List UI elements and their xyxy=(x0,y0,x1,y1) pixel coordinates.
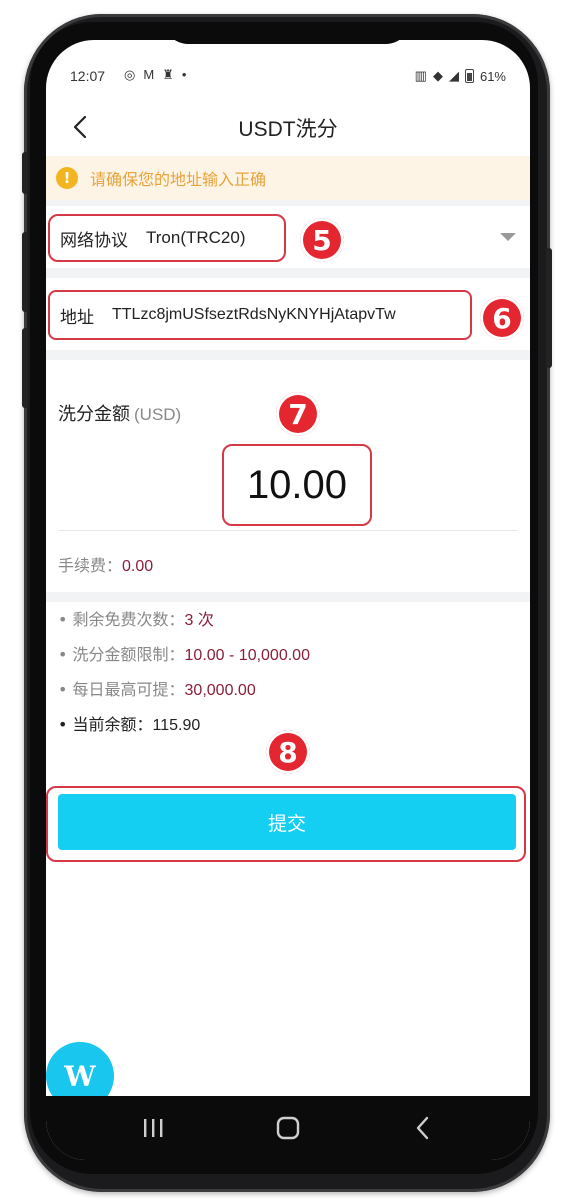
back-arrow-icon xyxy=(416,1116,429,1140)
fee-row: 手续费：0.00 xyxy=(58,552,153,576)
network-value: Tron(TRC20) xyxy=(146,228,246,247)
volume-button-3 xyxy=(22,328,28,408)
navigation-bar xyxy=(46,1096,530,1160)
fee-value: 0.00 xyxy=(122,558,154,575)
address-label: 地址 xyxy=(60,307,94,328)
list-item: • 剩余免费次数：3 次 xyxy=(58,610,214,629)
network-highlight: 网络协议 Tron(TRC20) xyxy=(48,214,286,262)
gmail-icon: M xyxy=(143,67,155,82)
power-button xyxy=(546,248,552,368)
address-value: TTLzc8jmUSfseztRdsNyKNYHjAtapvTw xyxy=(112,306,396,323)
warning-text: 请确保您的地址输入正确 xyxy=(90,170,267,189)
header: USDT洗分 xyxy=(46,100,530,156)
volume-button-1 xyxy=(22,152,28,194)
dot-icon: • xyxy=(181,67,187,82)
chrome-icon: ◎ xyxy=(124,67,136,82)
home-icon xyxy=(276,1116,300,1140)
battery-icon xyxy=(464,69,474,83)
list-item: • 每日最高可提：30,000.00 xyxy=(58,680,256,699)
recent-apps-icon xyxy=(144,1119,163,1137)
amount-divider xyxy=(58,530,518,531)
recent-apps-button[interactable] xyxy=(136,1112,170,1144)
keyhole-icon: ♜ xyxy=(162,67,174,82)
network-label: 网络协议 xyxy=(60,230,128,251)
amount-unit: (USD) xyxy=(134,405,182,424)
step-badge-8: 8 xyxy=(266,730,310,774)
dropdown-caret-icon xyxy=(500,233,516,241)
limits-list: • 剩余免费次数：3 次 • 洗分金额限制：10.00 - 10,000.00 … xyxy=(46,606,530,746)
notification-icons: ◎ M ♜ • xyxy=(124,67,186,83)
status-bar: 12:07 ◎ M ♜ • ▥ ◆ ◢ 61% xyxy=(46,40,530,100)
fee-label: 手续费： xyxy=(58,556,123,575)
vibrate-icon: ▥ xyxy=(414,68,427,83)
submit-button[interactable]: 提交 xyxy=(58,794,516,850)
divider xyxy=(46,268,530,278)
battery-percent: 61% xyxy=(479,68,506,84)
volume-button-2 xyxy=(22,232,28,312)
wifi-icon: ◆ xyxy=(432,68,443,83)
divider xyxy=(46,350,530,360)
step-badge-5: 5 xyxy=(300,218,344,262)
step-badge-6: 6 xyxy=(480,296,524,340)
warning-icon: ! xyxy=(56,167,78,189)
step-badge-7: 7 xyxy=(276,392,320,436)
home-button[interactable] xyxy=(271,1112,305,1144)
network-select[interactable]: 网络协议 Tron(TRC20) xyxy=(46,206,530,268)
amount-label: 洗分金额 (USD) xyxy=(58,404,182,425)
camera-notch xyxy=(164,40,410,44)
divider xyxy=(46,592,530,602)
amount-input[interactable]: 10.00 xyxy=(222,444,372,526)
back-nav-button[interactable] xyxy=(406,1112,440,1144)
screen: 12:07 ◎ M ♜ • ▥ ◆ ◢ 61% USDT洗分 ! 请确保您的地址… xyxy=(46,40,530,1160)
system-icons: ▥ ◆ ◢ 61% xyxy=(415,68,506,84)
warning-banner: ! 请确保您的地址输入正确 xyxy=(46,156,530,200)
status-time: 12:07 xyxy=(70,68,106,84)
address-highlight: 地址 TTLzc8jmUSfseztRdsNyKNYHjAtapvTw xyxy=(48,290,472,340)
signal-icon: ◢ xyxy=(448,68,459,83)
list-item: • 洗分金额限制：10.00 - 10,000.00 xyxy=(58,645,310,664)
address-field[interactable]: 地址 TTLzc8jmUSfseztRdsNyKNYHjAtapvTw xyxy=(46,278,530,350)
page-title: USDT洗分 xyxy=(238,118,338,141)
